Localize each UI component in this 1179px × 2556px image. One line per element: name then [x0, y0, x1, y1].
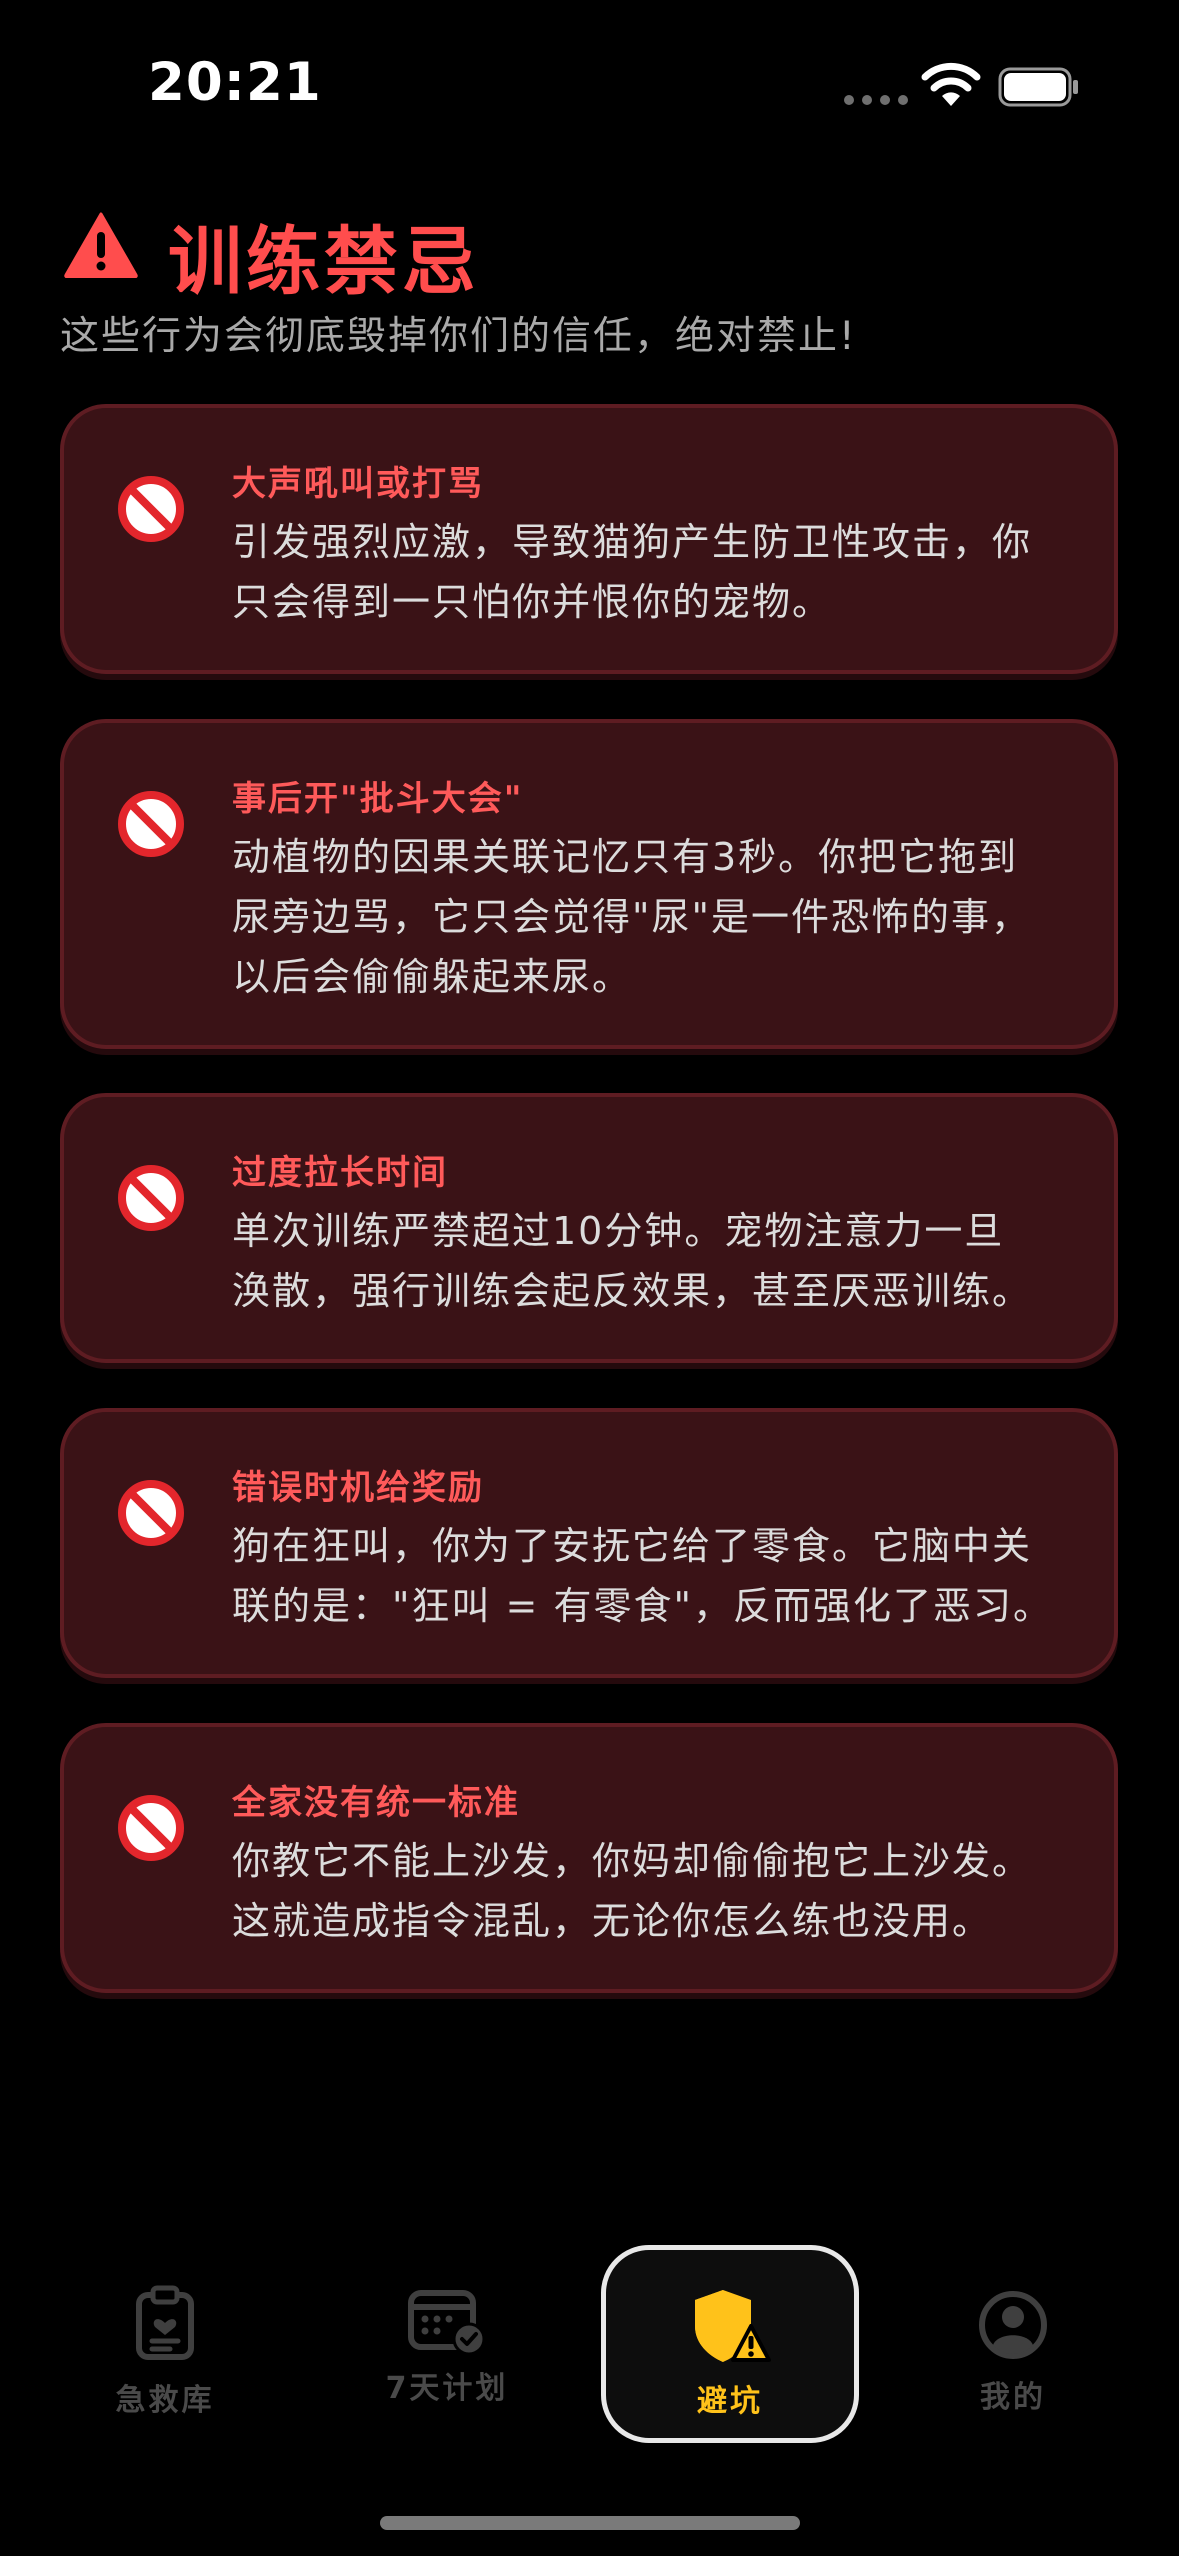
- tab-label: 7天计划: [385, 2371, 509, 2406]
- shield-warning-icon: [695, 2290, 771, 2362]
- tab-profile[interactable]: 我的: [946, 2290, 1080, 2416]
- prohibited-icon: [118, 791, 184, 857]
- taboo-title: 大声吼叫或打骂: [232, 464, 484, 504]
- person-circle-icon: [979, 2291, 1047, 2359]
- tab-7day-plan[interactable]: 7天计划: [380, 2285, 514, 2407]
- taboo-card: 错误时机给奖励 狗在狂叫，你为了安抚它给了零食。它脑中关 联的是："狂叫 = 有…: [60, 1408, 1118, 1678]
- taboo-title: 过度拉长时间: [232, 1153, 448, 1193]
- home-indicator[interactable]: [380, 2516, 800, 2530]
- tab-avoid-pitfalls[interactable]: 避坑: [601, 2245, 859, 2443]
- taboo-description: 动植物的因果关联记忆只有3秒。你把它拖到 尿旁边骂，它只会觉得"尿"是一件恐怖的…: [232, 835, 1031, 999]
- page-subtitle: 这些行为会彻底毁掉你们的信任，绝对禁止!: [60, 314, 857, 359]
- tab-label: 避坑: [697, 2384, 763, 2419]
- prohibited-icon: [118, 1480, 184, 1546]
- calendar-check-icon: [408, 2290, 486, 2355]
- taboo-description: 你教它不能上沙发，你妈却偷偷抱它上沙发。 这就造成指令混乱，无论你怎么练也没用。: [232, 1839, 1033, 1943]
- taboo-card: 大声吼叫或打骂 引发强烈应激，导致猫狗产生防卫性攻击，你 只会得到一只怕你并恨你…: [60, 404, 1118, 674]
- prohibited-icon: [118, 1795, 184, 1861]
- taboo-title: 全家没有统一标准: [232, 1783, 520, 1823]
- prohibited-icon: [118, 476, 184, 542]
- taboo-card: 事后开"批斗大会" 动植物的因果关联记忆只有3秒。你把它拖到 尿旁边骂，它只会觉…: [60, 719, 1118, 1049]
- wifi-icon: [921, 62, 981, 106]
- tab-first-aid[interactable]: 急救库: [98, 2285, 232, 2419]
- taboo-title: 错误时机给奖励: [232, 1468, 484, 1508]
- taboo-card: 全家没有统一标准 你教它不能上沙发，你妈却偷偷抱它上沙发。 这就造成指令混乱，无…: [60, 1723, 1118, 1993]
- page-title: 训练禁忌: [168, 219, 480, 305]
- warning-icon: [64, 212, 138, 278]
- status-time: 20:21: [148, 52, 322, 113]
- cellular-signal-icon: [844, 95, 908, 105]
- tab-label: 急救库: [115, 2383, 215, 2418]
- taboo-description: 单次训练严禁超过10分钟。宠物注意力一旦 涣散，强行训练会起反效果，甚至厌恶训练…: [232, 1209, 1033, 1313]
- battery-icon: [998, 67, 1078, 107]
- taboo-title: 事后开"批斗大会": [232, 779, 524, 819]
- taboo-description: 狗在狂叫，你为了安抚它给了零食。它脑中关 联的是："狂叫 = 有零食"，反而强化…: [232, 1524, 1053, 1628]
- taboo-card: 过度拉长时间 单次训练严禁超过10分钟。宠物注意力一旦 涣散，强行训练会起反效果…: [60, 1093, 1118, 1363]
- prohibited-icon: [118, 1165, 184, 1231]
- tab-label: 我的: [980, 2380, 1046, 2415]
- taboo-description: 引发强烈应激，导致猫狗产生防卫性攻击，你 只会得到一只怕你并恨你的宠物。: [232, 520, 1033, 624]
- clipboard-heart-icon: [136, 2285, 194, 2360]
